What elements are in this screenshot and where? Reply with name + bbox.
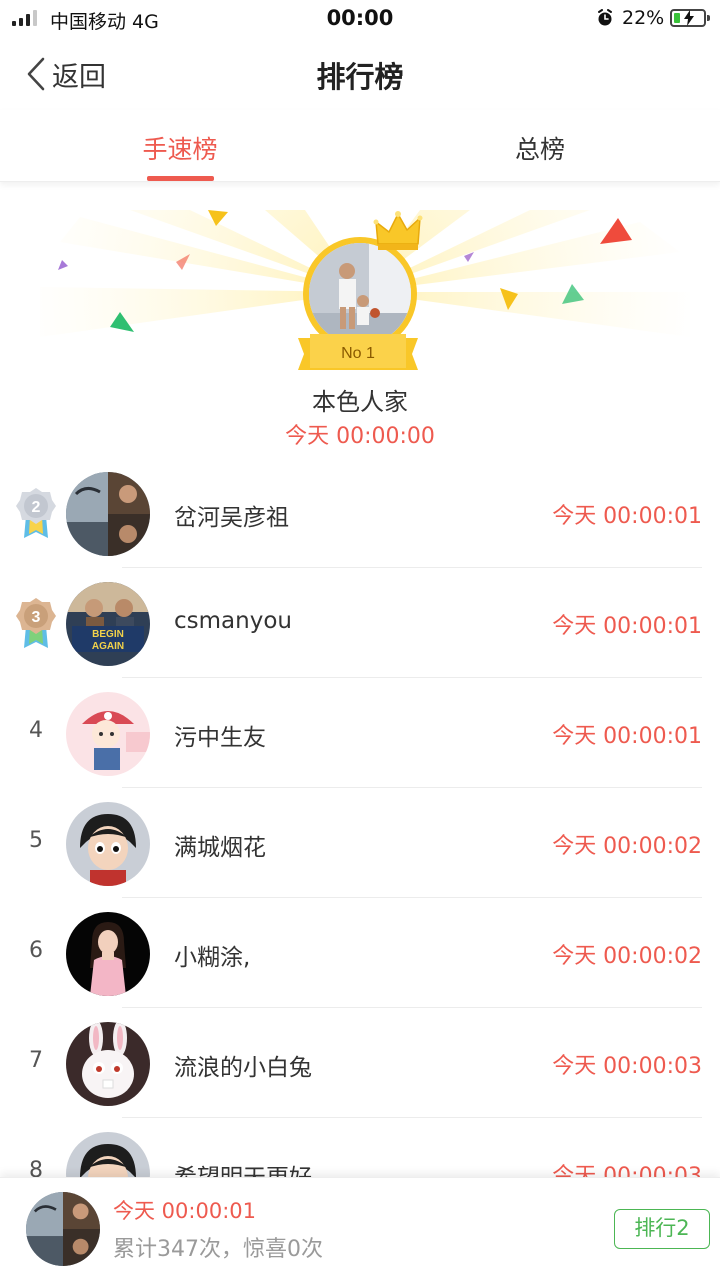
rank-number: 7 <box>29 1048 43 1073</box>
no1-ribbon: No 1 <box>298 334 418 370</box>
player-time: 今天 00:00:03 <box>552 1054 702 1079</box>
nav-bar: 返回 排行榜 <box>0 38 720 110</box>
rank-number: 5 <box>29 828 43 853</box>
player-name: 小糊涂, <box>174 945 251 971</box>
player-time: 今天 00:00:01 <box>552 724 702 749</box>
avatar <box>66 1022 150 1106</box>
list-item[interactable]: 5 满城烟花 今天 00:00:02 <box>0 788 720 898</box>
status-bar: 中国移动 4G 00:00 22% <box>0 0 720 38</box>
alarm-clock-icon <box>598 9 612 26</box>
tab-bar: 手速榜 总榜 <box>0 110 720 182</box>
champion-name: 本色人家 <box>312 388 408 416</box>
my-stats: 累计347次，惊喜0次 <box>113 1237 323 1262</box>
page-title: 排行榜 <box>316 60 404 94</box>
avatar <box>66 692 150 776</box>
player-time: 今天 00:00:01 <box>552 614 702 639</box>
my-best-time: 今天 00:00:01 <box>113 1199 256 1223</box>
tab-speed-ranking[interactable]: 手速榜 <box>0 110 360 182</box>
player-time: 今天 00:00:02 <box>552 944 702 969</box>
svg-text:2: 2 <box>32 499 41 516</box>
tab-active-indicator <box>147 176 214 181</box>
avatar: BEGIN AGAIN <box>66 582 150 666</box>
list-item[interactable]: 7 流浪的小白兔 今天 00:00:03 <box>0 1008 720 1118</box>
svg-text:AGAIN: AGAIN <box>92 641 124 652</box>
bronze-medal-icon: 3 <box>16 598 56 648</box>
no1-label: No 1 <box>341 345 375 362</box>
list-item[interactable]: 2 岔河吴彦祖 今天 00:00:01 <box>0 458 720 568</box>
player-name: csmanyou <box>174 608 292 634</box>
bolt-icon <box>684 10 694 26</box>
rank-number: 4 <box>29 718 43 743</box>
my-rank-button[interactable]: 排行2 <box>614 1209 710 1249</box>
player-time: 今天 00:00:02 <box>552 834 702 859</box>
champion-section: No 1 本色人家 今天 00:00:00 <box>0 182 720 452</box>
crown-icon <box>373 211 423 250</box>
champion-time: 今天 00:00:00 <box>285 424 435 449</box>
avatar <box>66 472 150 556</box>
player-time: 今天 00:00:01 <box>552 504 702 529</box>
my-avatar <box>26 1192 100 1266</box>
avatar <box>66 912 150 996</box>
svg-text:3: 3 <box>32 609 41 626</box>
my-record-bar: 今天 00:00:01 累计347次，惊喜0次 排行2 <box>0 1177 720 1280</box>
player-name: 岔河吴彦祖 <box>174 505 289 531</box>
rank-number: 6 <box>29 938 43 963</box>
svg-text:BEGIN: BEGIN <box>92 629 124 640</box>
battery-percent: 22% <box>622 7 665 29</box>
tab-overall-ranking[interactable]: 总榜 <box>360 110 720 182</box>
avatar <box>66 802 150 886</box>
list-item[interactable]: 6 小糊涂, 今天 00:00:02 <box>0 898 720 1008</box>
player-name: 流浪的小白兔 <box>174 1055 312 1081</box>
list-item[interactable]: 4 污中生友 今天 00:00:01 <box>0 678 720 788</box>
champion-photo <box>309 243 411 345</box>
list-item[interactable]: 3 BEGIN AGAIN csmanyou 今天 00:00:01 <box>0 568 720 678</box>
player-name: 满城烟花 <box>174 835 266 861</box>
player-name: 污中生友 <box>174 725 266 751</box>
silver-medal-icon: 2 <box>16 488 56 538</box>
battery-icon <box>670 9 710 27</box>
battery-level <box>674 13 680 23</box>
ranking-list: 2 岔河吴彦祖 今天 00:00:01 3 BEGIN AGAIN csmany… <box>0 458 720 1228</box>
